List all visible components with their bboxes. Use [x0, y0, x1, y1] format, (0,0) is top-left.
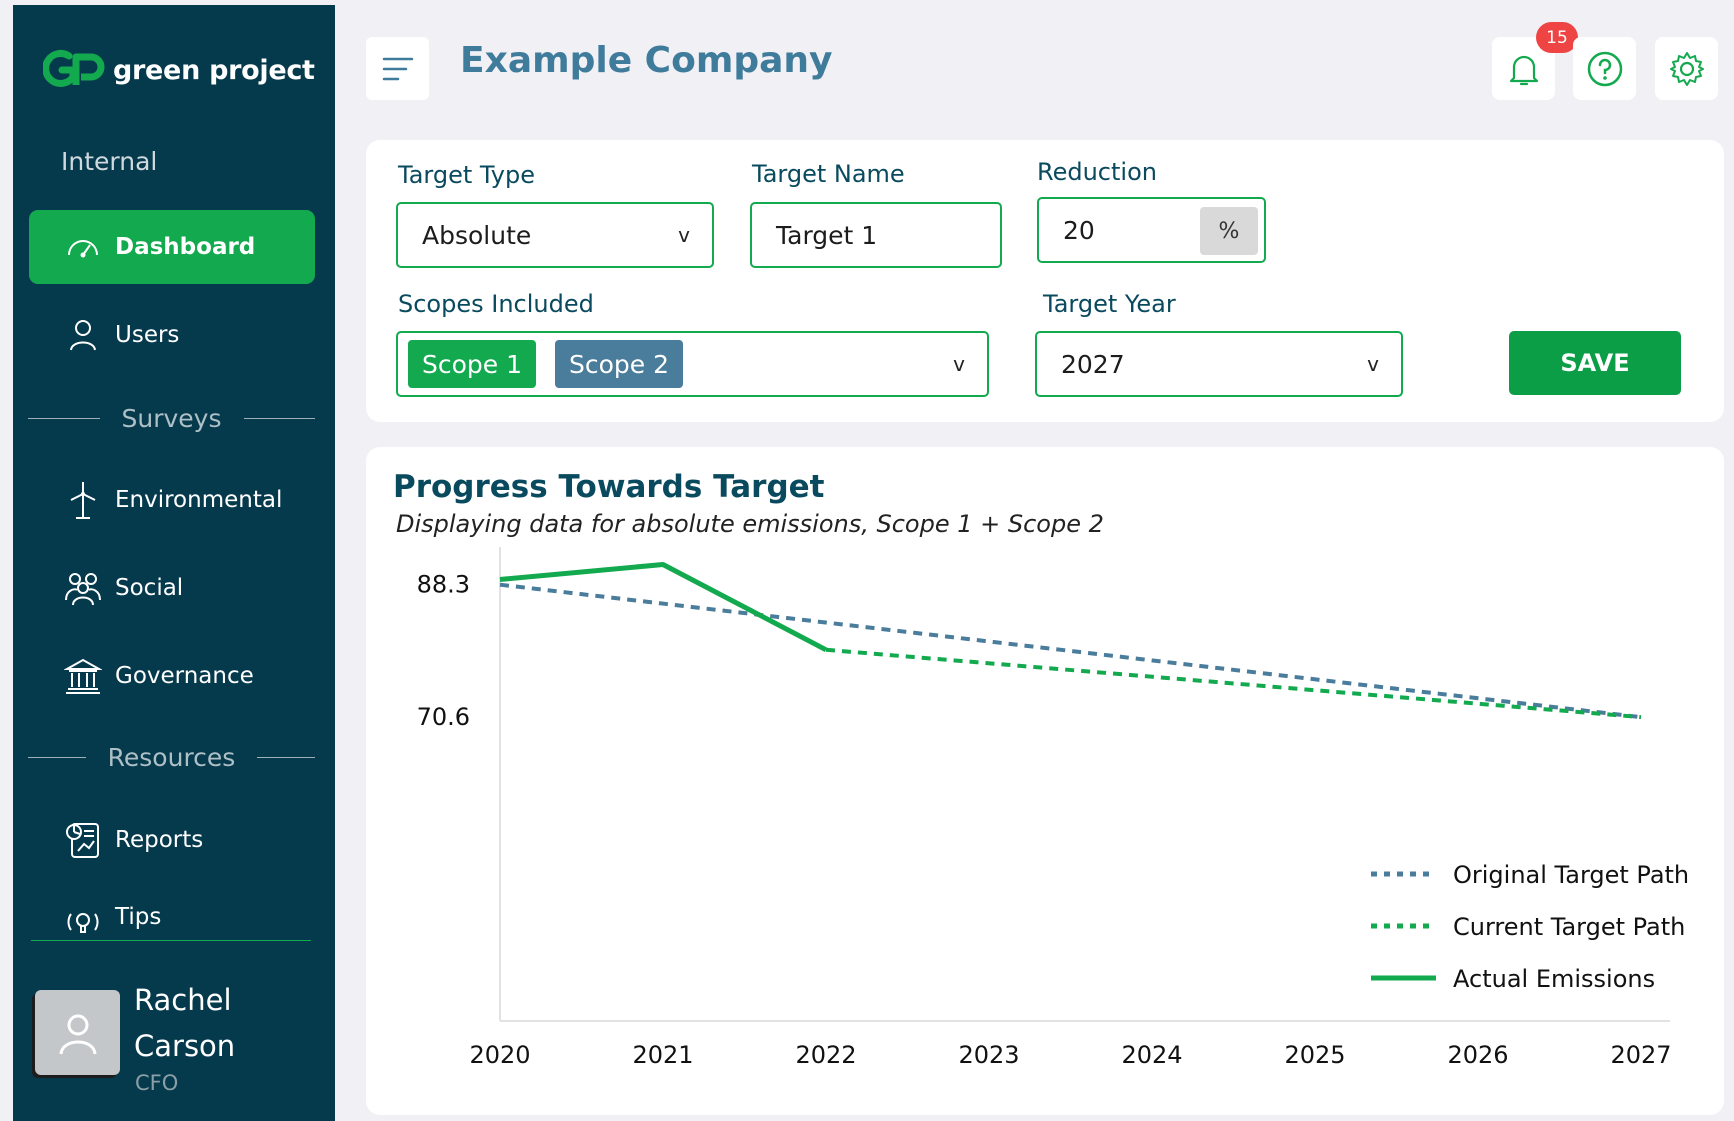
legend-label: Original Target Path	[1453, 861, 1689, 889]
sidebar-item-dashboard[interactable]: Dashboard	[29, 210, 315, 284]
user-role: CFO	[135, 1071, 179, 1095]
section-resources: Resources	[28, 743, 315, 772]
progress-line-chart: 2020 2021 2022 2023 2024 2025 2026 2027 88.3 70.6…	[417, 547, 1689, 1069]
target-name-input[interactable]: Target 1	[750, 202, 1002, 268]
x-tick-label: 2026	[1447, 1041, 1508, 1069]
section-internal: Internal	[61, 147, 158, 176]
x-tick-label: 2022	[795, 1041, 856, 1069]
sidebar-item-label: Social	[115, 575, 184, 601]
x-tick-label: 2021	[632, 1041, 693, 1069]
series-line-current-target-path	[825, 647, 1642, 720]
user-icon	[63, 315, 103, 355]
brand[interactable]: green project	[43, 47, 315, 93]
sidebar-item-tips[interactable]: Tips	[29, 892, 315, 936]
sidebar-item-label: Environmental	[115, 487, 283, 513]
y-tick-label: 88.3	[417, 571, 470, 599]
scope-chip-1[interactable]: Scope 1	[408, 340, 537, 388]
lightbulb-icon	[63, 904, 103, 936]
building-icon	[63, 656, 103, 696]
target-form-panel: Target Type Absolute v Target Name Targe…	[366, 140, 1724, 422]
y-tick-label: 70.6	[417, 703, 470, 731]
sidebar-item-label: Dashboard	[115, 234, 256, 260]
green-project-logo-icon	[43, 49, 105, 87]
progress-chart-panel: Progress Towards Target Displaying data …	[366, 447, 1724, 1115]
menu-toggle-button[interactable]	[366, 37, 429, 100]
chevron-down-icon: v	[953, 352, 965, 376]
series-line-actual-emissions	[499, 561, 828, 653]
sidebar-item-environmental[interactable]: Environmental	[29, 463, 315, 537]
sidebar-item-reports[interactable]: Reports	[29, 803, 315, 877]
notification-count-badge: 15	[1536, 22, 1578, 53]
x-tick-label: 2020	[469, 1041, 530, 1069]
company-name: Example Company	[460, 40, 833, 81]
legend-label: Actual Emissions	[1453, 965, 1655, 993]
scopes-included-label: Scopes Included	[398, 290, 594, 318]
sidebar-item-governance[interactable]: Governance	[29, 639, 315, 713]
series-line-original-target-path	[499, 582, 1642, 720]
target-year-label: Target Year	[1043, 290, 1176, 318]
report-icon	[63, 820, 103, 860]
avatar[interactable]	[35, 990, 120, 1075]
gauge-icon	[63, 227, 103, 267]
wind-turbine-icon	[63, 480, 103, 520]
x-tick-label: 2024	[1121, 1041, 1182, 1069]
sidebar-item-users[interactable]: Users	[29, 298, 315, 372]
target-name-label: Target Name	[752, 160, 905, 188]
settings-button[interactable]	[1655, 37, 1718, 100]
scope-chip-2[interactable]: Scope 2	[555, 340, 684, 388]
reduction-input[interactable]: 20 %	[1037, 197, 1266, 263]
sidebar-item-label: Users	[115, 322, 180, 348]
sidebar-item-label: Reports	[115, 827, 204, 853]
help-icon	[1587, 51, 1622, 86]
target-year-select[interactable]: 2027 v	[1035, 331, 1403, 397]
legend-label: Current Target Path	[1453, 913, 1685, 941]
target-type-select[interactable]: Absolute v	[396, 202, 714, 268]
bell-icon	[1509, 55, 1538, 85]
user-name: Rachel Carson	[134, 983, 236, 1063]
people-icon	[63, 568, 103, 608]
sidebar: green project Internal Dashboard Users S…	[13, 5, 335, 1121]
sidebar-separator	[31, 940, 311, 941]
target-name-value: Target 1	[776, 220, 878, 250]
gear-icon	[1669, 51, 1704, 86]
percent-unit: %	[1200, 207, 1258, 255]
chevron-down-icon: v	[1367, 352, 1379, 376]
target-year-value: 2027	[1061, 349, 1125, 379]
target-type-label: Target Type	[398, 161, 536, 189]
user-profile-card[interactable]: Rachel Carson CFO	[33, 965, 323, 1115]
user-avatar-icon	[59, 1014, 96, 1054]
sidebar-item-label: Governance	[115, 663, 254, 689]
menu-icon	[382, 57, 413, 80]
section-surveys: Surveys	[28, 404, 315, 433]
sidebar-item-social[interactable]: Social	[29, 551, 315, 625]
reduction-value: 20	[1063, 215, 1095, 245]
chevron-down-icon: v	[678, 223, 690, 247]
x-tick-label: 2027	[1610, 1041, 1671, 1069]
brand-name: green project	[113, 54, 315, 86]
x-tick-label: 2023	[958, 1041, 1019, 1069]
target-type-value: Absolute	[422, 220, 532, 250]
reduction-label: Reduction	[1037, 158, 1157, 186]
save-button[interactable]: SAVE	[1509, 331, 1681, 395]
scopes-multiselect[interactable]: Scope 1 Scope 2 v	[396, 331, 989, 397]
sidebar-item-label: Tips	[115, 904, 162, 930]
x-tick-label: 2025	[1284, 1041, 1345, 1069]
help-button[interactable]	[1573, 37, 1636, 100]
